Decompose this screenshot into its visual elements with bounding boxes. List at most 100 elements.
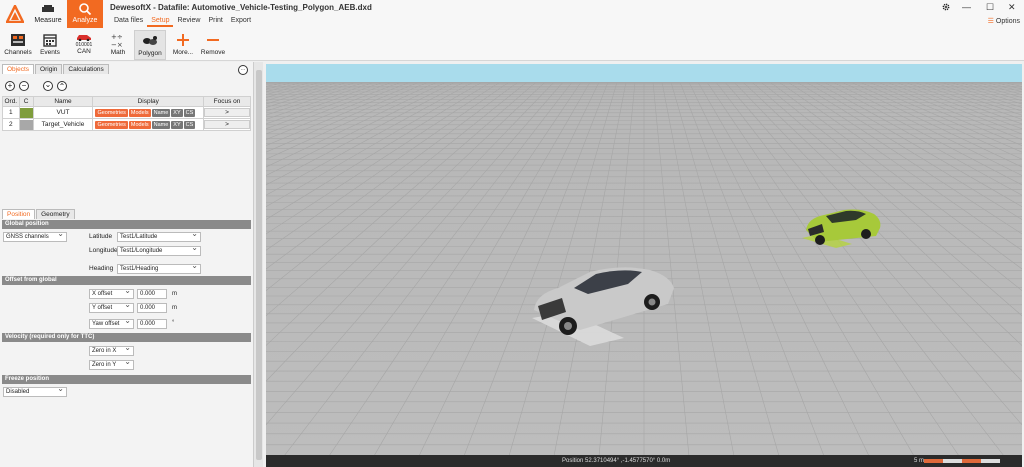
- longitude-label: Longitude: [89, 247, 118, 254]
- row-color-cell[interactable]: [18, 118, 34, 131]
- tab-review[interactable]: Review: [173, 17, 204, 27]
- row-ord: 1: [2, 106, 20, 119]
- models-chip[interactable]: Models: [128, 120, 151, 129]
- zero-y-dropdown[interactable]: Zero in Y: [89, 358, 134, 370]
- position-tabs: Position Geometry: [2, 209, 76, 219]
- remove-object-button[interactable]: −: [19, 81, 29, 91]
- heading-dropdown[interactable]: Test1/Heading: [117, 262, 201, 274]
- yaw-offset-unit: °: [172, 320, 175, 326]
- col-ord: Ord.: [2, 96, 20, 107]
- xy-chip[interactable]: XY: [171, 108, 183, 117]
- y-offset-unit: m: [172, 305, 177, 311]
- latitude-dropdown[interactable]: Test1/Latitude: [117, 230, 201, 242]
- col-focus: Focus on: [203, 96, 251, 107]
- polygon-icon: [143, 36, 157, 45]
- cs-chip[interactable]: CS: [183, 108, 196, 117]
- tab-objects[interactable]: Objects: [2, 64, 35, 74]
- close-button[interactable]: ✕: [1008, 2, 1016, 13]
- color-swatch[interactable]: [19, 107, 33, 118]
- offset-header: Offset from global: [2, 276, 251, 285]
- color-swatch[interactable]: [19, 119, 33, 130]
- freeze-dropdown[interactable]: Disabled: [3, 385, 67, 397]
- name-chip[interactable]: Name: [151, 120, 171, 129]
- focus-button[interactable]: >: [204, 120, 250, 129]
- x-offset-unit: m: [172, 291, 177, 297]
- options-button[interactable]: ☰ Options: [988, 17, 1020, 25]
- tab-origin[interactable]: Origin: [35, 64, 63, 74]
- table-row[interactable]: 2 Target_Vehicle Geometries Models Name XY C…: [2, 118, 251, 131]
- remove-button[interactable]: Remove: [198, 30, 228, 60]
- tab-calculations[interactable]: Calculations: [63, 64, 109, 74]
- freeze-header: Freeze position: [2, 375, 251, 384]
- longitude-dropdown[interactable]: Test1/Longitude: [117, 244, 201, 256]
- analyze-label: Analyze: [72, 17, 98, 24]
- table-row[interactable]: 1 VUT Geometries Models Name XY CS >: [2, 106, 251, 119]
- math-label: Math: [110, 49, 126, 56]
- vut-car-model: [802, 209, 881, 248]
- name-chip[interactable]: Name: [151, 108, 171, 117]
- measure-mode-button[interactable]: Measure: [30, 0, 66, 28]
- tab-export[interactable]: Export: [227, 17, 255, 27]
- objects-table: Ord. C Name Display Focus on 1 VUT Geome…: [2, 96, 251, 131]
- y-offset-input[interactable]: 0.000: [137, 303, 167, 313]
- cs-chip[interactable]: CS: [183, 120, 196, 129]
- more-button[interactable]: More...: [168, 30, 198, 60]
- minus-icon: [207, 39, 219, 41]
- add-object-button[interactable]: +: [5, 81, 15, 91]
- zero-x-dropdown[interactable]: Zero in X: [89, 344, 134, 356]
- events-button[interactable]: Events: [35, 30, 65, 60]
- gear-icon[interactable]: [942, 3, 950, 11]
- tab-print[interactable]: Print: [204, 17, 226, 27]
- row-display: Geometries Models Name XY CS: [92, 118, 204, 131]
- xy-chip[interactable]: XY: [171, 120, 183, 129]
- row-focus: >: [203, 106, 251, 119]
- tab-position[interactable]: Position: [2, 209, 36, 219]
- math-button[interactable]: +÷ −× Math: [103, 30, 133, 60]
- polygon-setup-panel: Objects Origin Calculations ··· + − ⌄ ⌃ …: [0, 62, 253, 467]
- channels-label: Channels: [4, 49, 32, 56]
- calendar-icon: [43, 34, 57, 47]
- 3d-viewport[interactable]: [266, 64, 1022, 456]
- measure-icon: [42, 5, 54, 12]
- row-color-cell[interactable]: [18, 106, 34, 119]
- dewesoft-logo: [6, 5, 24, 23]
- menu-tabs: Data files Setup Review Print Export: [110, 17, 255, 27]
- panel-scrollbar[interactable]: [253, 62, 263, 467]
- maximize-button[interactable]: ☐: [986, 2, 994, 13]
- tab-geometry[interactable]: Geometry: [36, 209, 75, 219]
- polygon-button[interactable]: Polygon: [134, 30, 166, 60]
- row-display: Geometries Models Name XY CS: [92, 106, 204, 119]
- channels-button[interactable]: Channels: [3, 30, 33, 60]
- polygon-label: Polygon: [138, 50, 162, 57]
- svg-text:+÷: +÷: [111, 33, 123, 41]
- heading-label: Heading: [89, 265, 114, 272]
- move-up-button[interactable]: ⌃: [57, 81, 67, 91]
- geometries-chip[interactable]: Geometries: [95, 108, 128, 117]
- remove-label: Remove: [200, 49, 226, 56]
- plus-icon: [177, 34, 189, 46]
- x-offset-dropdown[interactable]: X offset: [89, 287, 134, 299]
- row-name[interactable]: VUT: [32, 106, 94, 119]
- analyze-mode-button[interactable]: Analyze: [67, 0, 103, 28]
- yaw-offset-input[interactable]: 0.000: [137, 319, 167, 329]
- x-offset-input[interactable]: 0.000: [137, 289, 167, 299]
- row-name[interactable]: Target_Vehicle: [32, 118, 94, 131]
- tab-data-files[interactable]: Data files: [110, 17, 147, 27]
- geometries-chip[interactable]: Geometries: [95, 120, 128, 129]
- global-position-header: Global position: [2, 220, 251, 229]
- yaw-offset-dropdown[interactable]: Yaw offset: [89, 317, 134, 329]
- more-options-icon[interactable]: ···: [238, 65, 248, 75]
- tab-setup[interactable]: Setup: [147, 17, 174, 27]
- col-display: Display: [92, 96, 204, 107]
- row-focus: >: [203, 118, 251, 131]
- scrollbar-thumb[interactable]: [256, 70, 262, 460]
- options-label: Options: [995, 18, 1020, 25]
- y-offset-dropdown[interactable]: Y offset: [89, 301, 134, 313]
- minimize-button[interactable]: —: [962, 2, 971, 12]
- move-down-button[interactable]: ⌄: [43, 81, 53, 91]
- position-source-dropdown[interactable]: GNSS channels: [3, 230, 67, 242]
- position-readout: Position 52.3710494° ,-1.4577570° 0.0m: [562, 458, 671, 464]
- focus-button[interactable]: >: [204, 108, 250, 117]
- can-button[interactable]: 010001 CAN: [68, 30, 100, 60]
- models-chip[interactable]: Models: [128, 108, 151, 117]
